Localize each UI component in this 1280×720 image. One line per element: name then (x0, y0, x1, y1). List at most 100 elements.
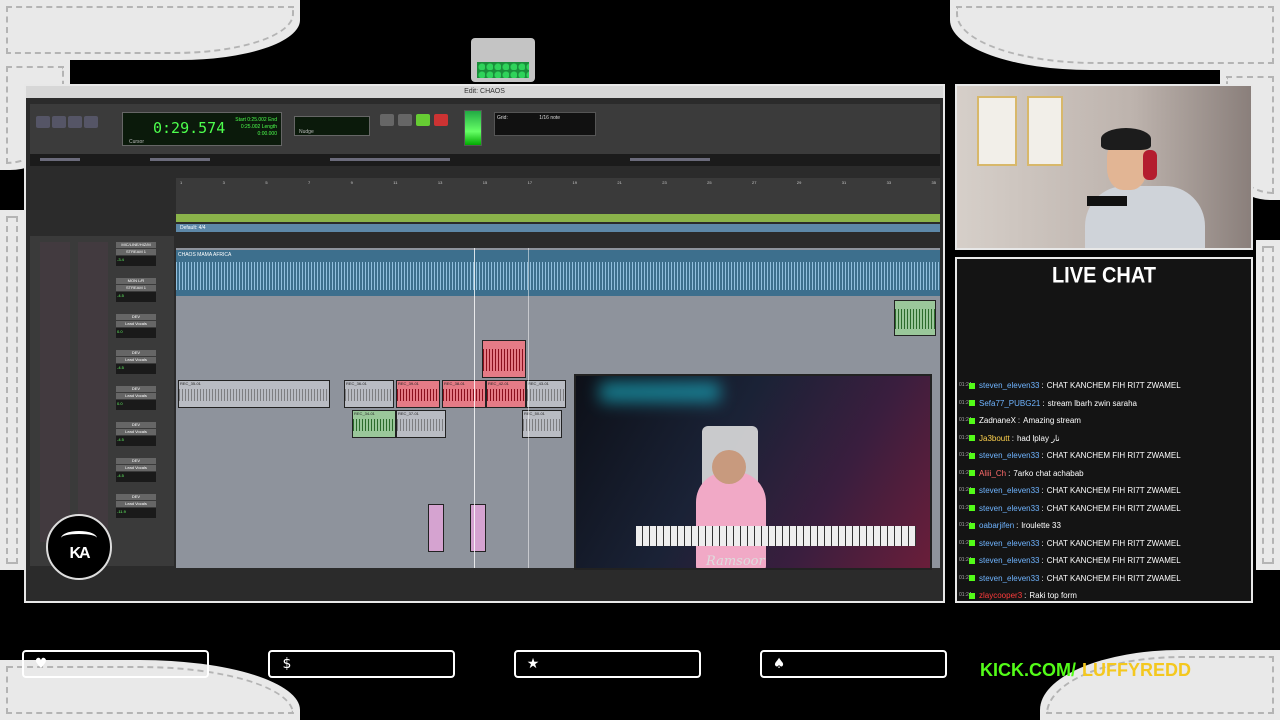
chat-username[interactable]: steven_eleven33 (979, 535, 1040, 553)
audio-clip[interactable]: REC_37-01 (396, 410, 446, 438)
chat-message: 01:24 steven_eleven33: CHAT KANCHEM FIH RI… (957, 377, 1251, 395)
stop-button[interactable] (398, 114, 412, 126)
grid-settings[interactable]: Grid: 1/16 note (494, 112, 596, 136)
audio-clip[interactable]: REC_35-01 (178, 380, 330, 408)
favorite-button[interactable]: ★ (514, 650, 701, 678)
mixer-strip[interactable]: DEV Lead Vocals -4.5 (116, 350, 156, 380)
strip-insert[interactable]: DEV (116, 386, 156, 392)
strip-volume[interactable]: -4.5 (116, 472, 156, 482)
audio-clip[interactable] (894, 300, 936, 336)
strip-io[interactable]: Lead Vocals (116, 357, 156, 363)
audio-clip[interactable]: REC_34-01 (352, 410, 396, 438)
mixer-strip[interactable]: DEV Lead Vocals 0.0 (116, 314, 156, 344)
donate-button[interactable]: $ (268, 650, 455, 678)
ruler-tick: 31 (841, 180, 847, 185)
strip-volume[interactable]: -4.5 (116, 436, 156, 446)
webcam-feed (955, 84, 1253, 250)
mixer-strip[interactable]: MON L/R STREAM 1 -4.5 (116, 278, 156, 308)
session-overview[interactable] (30, 154, 940, 166)
kick-badge-icon (969, 557, 975, 564)
ruler-tick: 19 (572, 180, 577, 185)
selector-tool-button[interactable] (68, 116, 82, 128)
main-audio-track[interactable]: CHAOS MAMA AFRICA (176, 250, 940, 296)
chat-username[interactable]: Ja3boutt (979, 430, 1010, 448)
chat-username[interactable]: steven_eleven33 (979, 447, 1040, 465)
strip-insert[interactable]: DEV (116, 314, 156, 320)
kick-channel-link[interactable]: KICK.COM/LUFFYREDD (980, 660, 1191, 681)
chat-username[interactable]: steven_eleven33 (979, 482, 1040, 500)
record-button[interactable] (434, 114, 448, 126)
chat-username[interactable]: ZadnaneX (979, 412, 1016, 430)
mixer-strip[interactable]: DEV Lead Vocals 0.0 (116, 386, 156, 416)
strip-insert[interactable]: MIC/LINE/HIZ/M (116, 242, 156, 248)
strip-insert[interactable]: MON L/R (116, 278, 156, 284)
audio-clip[interactable]: REC_39-01 (396, 380, 440, 408)
separator: : (1016, 521, 1019, 530)
samples-ruler (176, 200, 940, 208)
audio-clip[interactable]: REC_43-01 (526, 380, 566, 408)
live-chat-panel: LIVE CHAT 01:24 steven_eleven33: CHAT KANC… (955, 257, 1253, 603)
ruler-tick: 23 (662, 180, 667, 185)
chat-username[interactable]: steven_eleven33 (979, 552, 1040, 570)
message-time: 01:24 (959, 487, 972, 493)
trim-tool-button[interactable] (52, 116, 66, 128)
message-text: CHAT KANCHEM FIH RI7T ZWAMEL (1046, 573, 1181, 583)
nudge-field[interactable]: Nudge (294, 116, 370, 136)
mixer-strip[interactable]: DEV Lead Vocals -4.5 (116, 422, 156, 452)
audio-clip[interactable] (428, 504, 444, 552)
strip-insert[interactable]: DEV (116, 350, 156, 356)
strip-volume[interactable]: -3.4 (116, 256, 156, 266)
chat-username[interactable]: steven_eleven33 (979, 377, 1040, 395)
mixer-strip[interactable]: DEV Lead Vocals -11.9 (116, 494, 156, 524)
play-button[interactable] (416, 114, 430, 126)
audio-clip[interactable]: REC_42-01 (486, 380, 526, 408)
ruler-tick: 21 (617, 180, 622, 185)
audio-clip[interactable]: REC_38-01 (442, 380, 486, 408)
time-ruler (176, 190, 940, 198)
grabber-tool-button[interactable] (84, 116, 98, 128)
strip-volume[interactable]: 0.0 (116, 400, 156, 410)
message-time: 01:24 (959, 592, 972, 598)
strip-io[interactable]: STREAM 1 (116, 249, 156, 255)
strip-insert[interactable]: DEV (116, 422, 156, 428)
kick-badge-icon (969, 522, 975, 529)
strip-io[interactable]: Lead Vocals (116, 429, 156, 435)
playhead-cursor[interactable] (474, 248, 475, 568)
chat-username[interactable]: oabarjifen (979, 517, 1014, 535)
strip-volume[interactable]: 0.0 (116, 328, 156, 338)
strip-volume[interactable]: -4.5 (116, 292, 156, 302)
kick-badge-icon (969, 400, 975, 407)
strip-volume[interactable]: -11.9 (116, 508, 156, 518)
phoenix-wing-icon (61, 531, 97, 545)
main-counter[interactable]: 0:29.574 Cursor Start 0:25.002 End 0:25.… (122, 112, 282, 146)
strip-insert[interactable]: DEV (116, 458, 156, 464)
strip-io[interactable]: Lead Vocals (116, 501, 156, 507)
chat-username[interactable]: steven_eleven33 (979, 570, 1040, 588)
strip-io[interactable]: Lead Vocals (116, 465, 156, 471)
drop-button[interactable]: ♠ (760, 650, 947, 678)
strip-insert[interactable]: DEV (116, 494, 156, 500)
mixer-strip[interactable]: MIC/LINE/HIZ/M STREAM 1 -3.4 (116, 242, 156, 272)
audio-clip[interactable] (482, 340, 526, 378)
ruler-tick: 29 (796, 180, 802, 185)
strip-io[interactable]: STREAM 1 (116, 285, 156, 291)
strip-io[interactable]: Lead Vocals (116, 393, 156, 399)
heart-button[interactable]: ♥ (22, 650, 209, 678)
chat-message: 01:24 steven_eleven33: CHAT KANCHEM FIH RI… (957, 535, 1251, 553)
studio-camera-overlay: Ramsoor (574, 374, 932, 570)
mixer-strip[interactable]: DEV Lead Vocals -4.5 (116, 458, 156, 488)
zoom-tool-button[interactable] (36, 116, 50, 128)
chat-message-list[interactable]: 01:24 steven_eleven33: CHAT KANCHEM FIH RI… (957, 377, 1251, 601)
chat-username[interactable]: zlaycooper3 (979, 587, 1022, 601)
separator: : (1041, 451, 1044, 460)
rewind-button[interactable] (380, 114, 394, 126)
strip-io[interactable]: Lead Vocals (116, 321, 156, 327)
strip-volume[interactable]: -4.5 (116, 364, 156, 374)
drop-icon: ♠ (772, 656, 786, 672)
chat-username[interactable]: steven_eleven33 (979, 500, 1040, 518)
chat-username[interactable]: Sefa77_PUBG21 (979, 395, 1040, 413)
chat-username[interactable]: Aliii_Ch (979, 465, 1006, 483)
audio-clip[interactable] (470, 504, 486, 552)
audio-clip[interactable]: REC_36-01 (344, 380, 394, 408)
sends-a-e (40, 242, 70, 542)
